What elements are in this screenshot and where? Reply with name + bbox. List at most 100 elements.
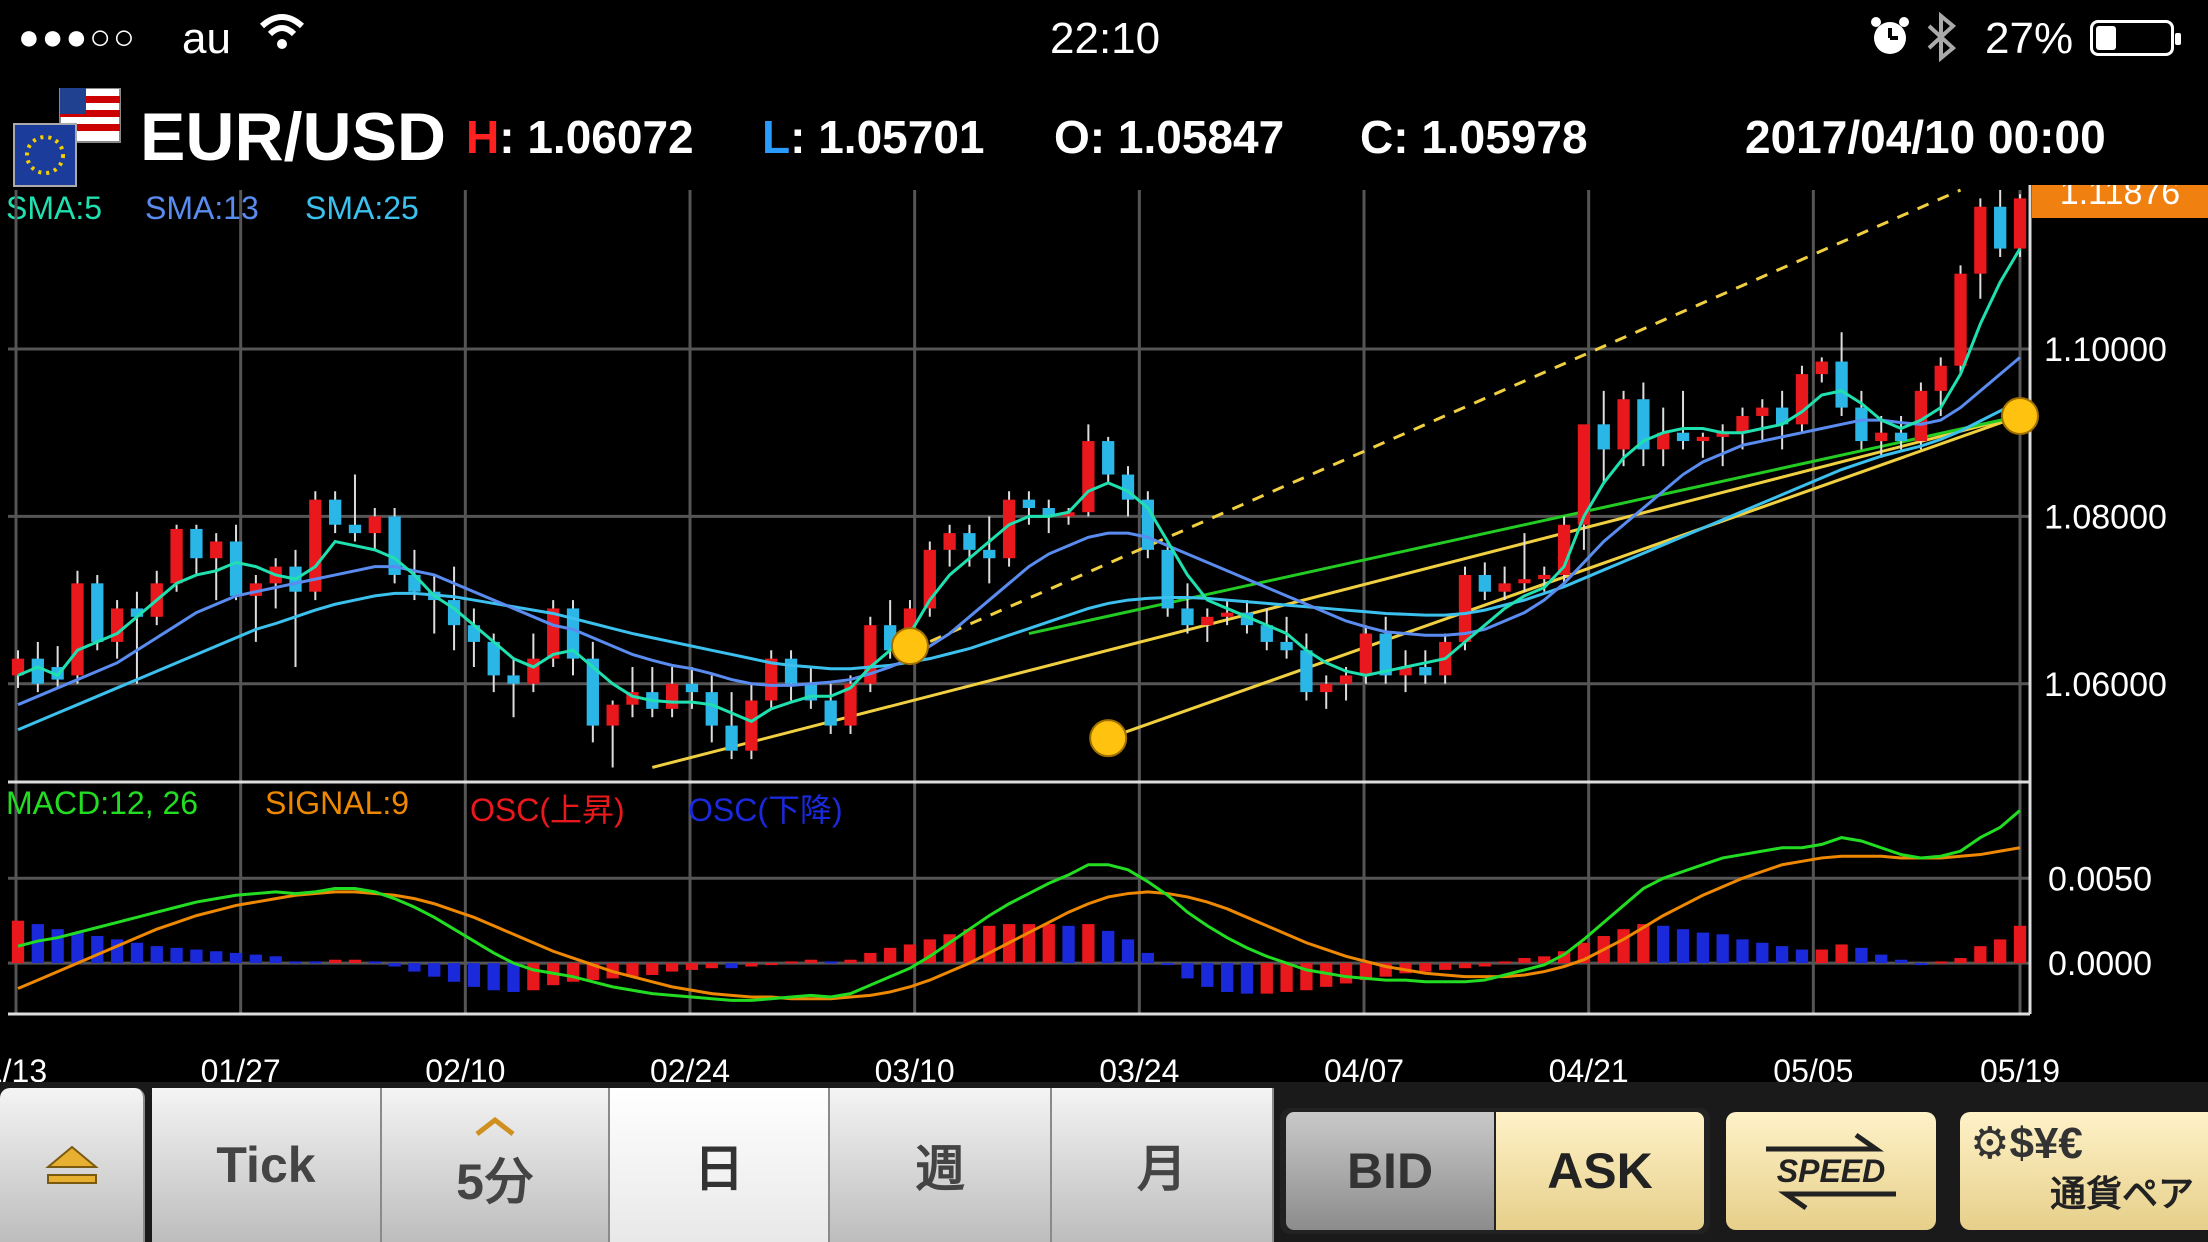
macd-histogram-bar: [1934, 961, 1947, 964]
candle-down: [824, 700, 837, 726]
macd-histogram-bar: [1478, 963, 1491, 967]
candle-up: [1201, 616, 1214, 626]
trend-line: [651, 414, 2021, 769]
macd-histogram-bar: [11, 920, 25, 964]
bid-button[interactable]: BID: [1286, 1112, 1494, 1230]
macd-histogram-bar: [1161, 963, 1174, 966]
macd-histogram-bar: [71, 932, 84, 964]
macd-histogram-bar: [2013, 925, 2027, 964]
candle-down: [348, 524, 362, 534]
candle-up: [1875, 432, 1888, 442]
macd-histogram-bar: [685, 963, 699, 970]
macd-histogram-bar: [864, 952, 877, 964]
osc-up-legend: OSC(上昇): [470, 792, 625, 828]
gear-currency-icon: ⚙$¥€: [1970, 1119, 2083, 1168]
candle-up: [1617, 399, 1630, 450]
trend-marker-dot: [1089, 719, 1128, 758]
macd-histogram-bar: [784, 961, 798, 964]
candle-up: [1320, 683, 1333, 693]
macd-histogram-bar: [1220, 963, 1234, 992]
low-price: L: 1.05701: [762, 110, 985, 164]
macd-histogram-bar: [1954, 958, 1967, 964]
candle-up: [1954, 273, 1967, 366]
macd-histogram-bar: [665, 963, 679, 972]
wifi-icon: [258, 12, 306, 65]
macd-histogram-bar: [467, 963, 481, 987]
tab-weekly[interactable]: 週: [830, 1088, 1052, 1242]
candle-down: [983, 549, 996, 559]
tab-tick[interactable]: Tick: [152, 1088, 382, 1242]
macd-tick-label: 0.0050: [2048, 860, 2152, 898]
date-label: 03/10: [875, 1053, 955, 1082]
macd-histogram-bar: [1894, 959, 1908, 964]
candle-down: [1022, 499, 1036, 509]
currency-flag-icon[interactable]: [12, 87, 122, 188]
macd-histogram: [11, 920, 2027, 994]
candle-up: [1934, 365, 1947, 391]
speed-button[interactable]: SPEED: [1726, 1112, 1936, 1230]
candle-up: [170, 528, 183, 584]
macd-histogram-bar: [1775, 946, 1789, 964]
osc-down-legend: OSC(下降): [688, 792, 843, 828]
candle-up: [2013, 198, 2027, 249]
macd-histogram-bar: [309, 961, 322, 964]
close-price: C: 1.05978: [1360, 111, 1588, 163]
ask-button[interactable]: ASK: [1496, 1112, 1704, 1230]
speed-arrows-bottom-icon: [1778, 1191, 1896, 1210]
macd-histogram-bar: [249, 954, 263, 964]
macd-histogram-bar: [1815, 949, 1828, 964]
candle-up: [606, 704, 619, 726]
date-label: 02/24: [650, 1053, 730, 1082]
candle-datetime: 2017/04/10 00:00: [1745, 111, 2106, 163]
macd-histogram-bar: [348, 959, 362, 964]
candle-down: [1161, 549, 1174, 609]
macd-histogram-bar: [1716, 934, 1729, 964]
date-label: 05/05: [1773, 1053, 1853, 1082]
macd-histogram-bar: [903, 944, 917, 964]
candle-down: [507, 675, 520, 684]
currency-pair-label: 通貨ペア: [2049, 1173, 2194, 1214]
candle-up: [943, 533, 956, 550]
macd-histogram-bar: [210, 951, 223, 964]
candle-down: [1676, 432, 1690, 442]
quote-header: EUR/USD H: 1.06072 L: 1.05701 O: 1.05847…: [0, 87, 2208, 188]
macd-histogram-bar: [447, 963, 461, 982]
candle-up: [745, 700, 758, 751]
date-label: 02/10: [425, 1053, 505, 1082]
tab-monthly[interactable]: 月: [1052, 1088, 1274, 1242]
macd-histogram-bar: [1201, 963, 1214, 987]
candle-up: [1736, 415, 1749, 433]
currency-pair-title[interactable]: EUR/USD: [140, 98, 446, 176]
trend-marker-dot: [2001, 396, 2039, 435]
macd-histogram-bar: [487, 963, 500, 991]
speed-arrows-icon: [1766, 1132, 1884, 1151]
tab-5min[interactable]: 5分: [382, 1088, 610, 1242]
collapse-button[interactable]: [0, 1088, 145, 1242]
candle-up: [1359, 633, 1373, 676]
macd-tick-label: 0.0000: [2048, 945, 2152, 983]
macd-histogram-bar: [1518, 958, 1531, 964]
candle-down: [190, 528, 203, 559]
candle-up: [1795, 374, 1809, 425]
price-chart[interactable]: 1/13 01/27 02/10 02/24 03/10 03/24 04/07 04/21 0…: [0, 185, 2208, 1082]
candle-down: [1478, 574, 1491, 592]
candle-up: [1518, 579, 1531, 584]
candle-up: [1498, 583, 1511, 592]
macd-histogram-bar: [1339, 963, 1353, 984]
currency-pair-button[interactable]: ⚙$¥€ 通貨ペア: [1960, 1112, 2208, 1230]
macd-histogram-bar: [51, 929, 64, 964]
tab-daily[interactable]: 日: [610, 1088, 830, 1242]
signal-line: [17, 846, 2021, 1001]
macd-histogram-bar: [745, 963, 758, 967]
candle-up: [1756, 407, 1769, 416]
sma5-line: [17, 247, 2022, 724]
macd-histogram-bar: [1260, 963, 1273, 994]
signal-strength-icon: ●●●○○: [18, 16, 137, 57]
open-price: O: 1.05847: [1054, 111, 1285, 163]
date-label: 1/13: [0, 1053, 47, 1082]
macd-histogram-bar: [1458, 963, 1472, 969]
candle-down: [1894, 432, 1908, 442]
date-label: 01/27: [201, 1053, 281, 1082]
candle-down: [1102, 441, 1115, 475]
tab-5min-label: 5分: [456, 1154, 534, 1210]
